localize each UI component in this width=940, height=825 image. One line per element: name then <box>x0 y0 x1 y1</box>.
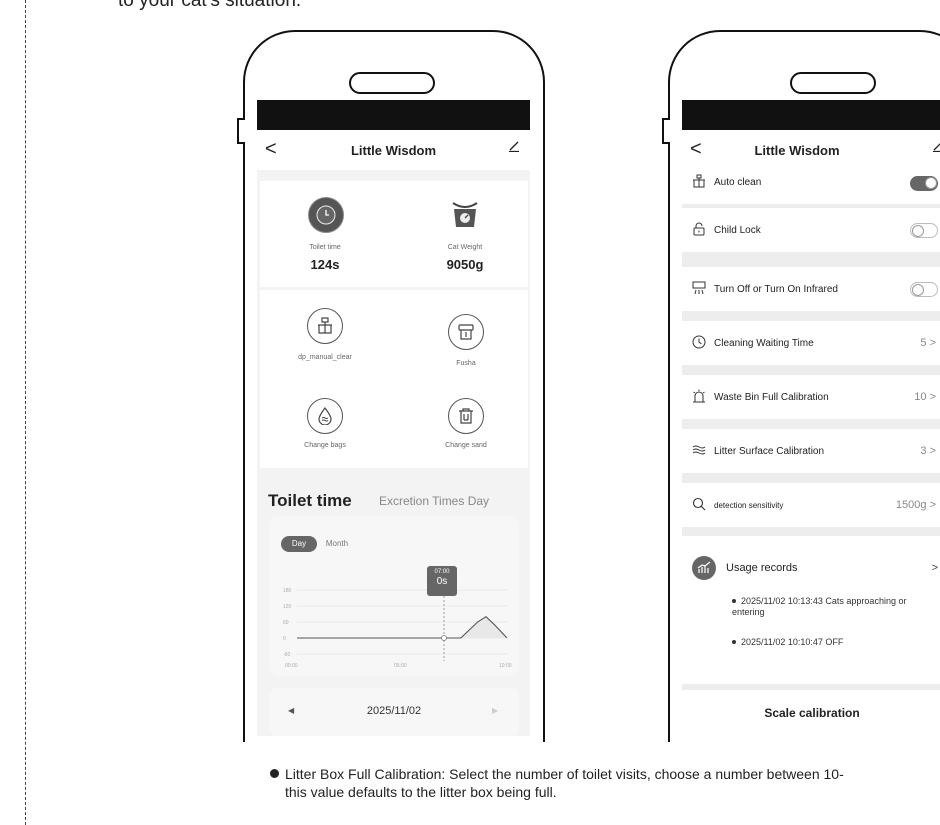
edit-icon[interactable] <box>932 140 940 152</box>
right-phone-screen: < Little Wisdom Auto clean Child Lock Tu… <box>682 100 940 736</box>
usage-records-card: Usage records > 2025/11/02 10:13:43 Cats… <box>682 536 940 684</box>
row-label: Waste Bin Full Calibration <box>714 391 829 403</box>
usage-records-title[interactable]: Usage records <box>726 562 798 574</box>
bullet-line-2: this value defaults to the litter box be… <box>285 784 557 800</box>
row-infrared[interactable]: Turn Off or Turn On Infrared <box>682 267 940 311</box>
row-label: Cleaning Waiting Time <box>714 337 814 349</box>
tooltip-value: 0s <box>436 576 448 587</box>
row-label: Turn Off or Turn On Infrared <box>714 283 838 295</box>
y-tick-label: 60 <box>283 620 289 626</box>
row-label: Child Lock <box>714 224 761 236</box>
nav-title: Little Wisdom <box>350 142 437 158</box>
status-bar <box>257 100 530 130</box>
usage-record: 2025/11/02 10:13:43 Cats approaching or … <box>732 596 907 617</box>
action-label: Change bags <box>304 442 346 449</box>
row-waste-bin-calibration[interactable]: Waste Bin Full Calibration 10 > <box>682 375 940 419</box>
chart-card: Day Month 180 120 60 0 -60 00:00 05:00 10:00 07… <box>269 516 519 676</box>
next-date-button[interactable]: ▶ <box>492 706 498 715</box>
row-child-lock[interactable]: Child Lock <box>682 208 940 252</box>
alarm-icon <box>693 389 705 403</box>
section-title: Toilet time <box>268 491 352 510</box>
toilet-time-value: 124s <box>310 257 340 272</box>
row-value: 1500g > <box>895 499 936 511</box>
left-phone-screen: < Little Wisdom Toilet time 124s Cat Wei… <box>257 100 530 736</box>
bullet-line-1: Litter Box Full Calibration: Select the … <box>270 765 844 783</box>
y-tick-label: 120 <box>283 604 292 610</box>
water-drop-icon[interactable] <box>307 398 343 434</box>
y-tick-label: 180 <box>283 588 292 594</box>
scale-calibration-label: Scale calibration <box>764 706 860 720</box>
stats-card: Toilet time 124s Cat Weight 9050g <box>260 181 528 287</box>
x-tick-label: 00:00 <box>285 663 298 669</box>
series-area <box>297 616 507 638</box>
section-subtitle[interactable]: Excretion Times Day <box>379 494 489 508</box>
bullet-dot <box>270 769 279 778</box>
row-cleaning-waiting-time[interactable]: Cleaning Waiting Time 5 > <box>682 321 940 365</box>
row-value: 10 > <box>914 391 936 403</box>
usage-records-arrow[interactable]: > <box>932 562 938 574</box>
data-point <box>441 635 447 641</box>
nav-title: Little Wisdom <box>754 142 840 158</box>
chart-tooltip: 07:00 0s <box>427 566 457 596</box>
action-label: Fusha <box>456 360 476 367</box>
bullet-paragraph: Litter Box Full Calibration: Select the … <box>270 765 844 801</box>
toilet-time-chart: 180 120 60 0 -60 00:00 05:00 10:00 <box>283 588 512 669</box>
nav-bar: < Little Wisdom <box>257 130 530 170</box>
row-auto-clean[interactable]: Auto clean <box>682 162 940 204</box>
wave-icon <box>692 445 706 455</box>
row-detection-sensitivity[interactable]: detection sensitivity 1500g > <box>682 483 940 527</box>
x-tick-label: 05:00 <box>394 663 407 669</box>
flush-icon[interactable] <box>448 314 484 350</box>
auto-clean-toggle[interactable] <box>910 176 938 191</box>
scale-icon <box>450 199 480 234</box>
clean-icon <box>693 174 705 188</box>
actions-card: dp_manual_clear Fusha Change bags Change… <box>260 290 528 468</box>
scale-calibration-button[interactable]: Scale calibration <box>682 690 940 736</box>
row-value: 5 > <box>920 337 936 349</box>
action-label: Change sand <box>445 442 487 449</box>
edit-icon[interactable] <box>508 140 520 152</box>
row-label: detection sensitivity <box>714 500 784 510</box>
back-button[interactable]: < <box>690 138 702 161</box>
date-label: 2025/11/02 <box>366 705 422 717</box>
y-tick-label: 0 <box>283 636 286 642</box>
action-label: dp_manual_clear <box>298 354 352 361</box>
stat-label: Toilet time <box>309 244 341 251</box>
dashed-cut-line <box>25 0 26 825</box>
date-bar: ◀ 2025/11/02 ▶ <box>269 688 519 736</box>
speaker-slot <box>790 72 876 94</box>
cat-weight-value: 9050g <box>446 257 484 272</box>
tooltip-time: 07:00 <box>434 569 450 575</box>
usage-records-icon <box>692 556 716 580</box>
trash-icon[interactable] <box>448 398 484 434</box>
row-label: Litter Surface Calibration <box>714 445 825 457</box>
lock-icon <box>693 222 705 236</box>
side-button <box>662 118 670 144</box>
back-button[interactable]: < <box>265 138 277 161</box>
infrared-icon <box>692 281 706 295</box>
row-value: 3 > <box>920 445 936 457</box>
y-tick-label: -60 <box>283 652 290 658</box>
search-icon <box>692 497 706 511</box>
intro-text: to your cat's situation. <box>118 0 302 11</box>
infrared-toggle[interactable] <box>910 281 938 297</box>
status-bar <box>682 100 940 130</box>
speaker-slot <box>349 72 435 94</box>
row-label: Auto clean <box>714 177 762 188</box>
child-lock-toggle[interactable] <box>910 222 938 238</box>
clean-icon[interactable] <box>307 308 343 344</box>
side-button <box>237 118 245 144</box>
clock-icon <box>308 197 344 233</box>
timer-icon <box>692 335 706 349</box>
x-tick-label: 10:00 <box>499 663 512 669</box>
usage-record: 2025/11/02 10:10:47 OFF <box>732 637 843 647</box>
row-litter-surface-calibration[interactable]: Litter Surface Calibration 3 > <box>682 429 940 473</box>
stat-label: Cat Weight <box>447 244 483 251</box>
